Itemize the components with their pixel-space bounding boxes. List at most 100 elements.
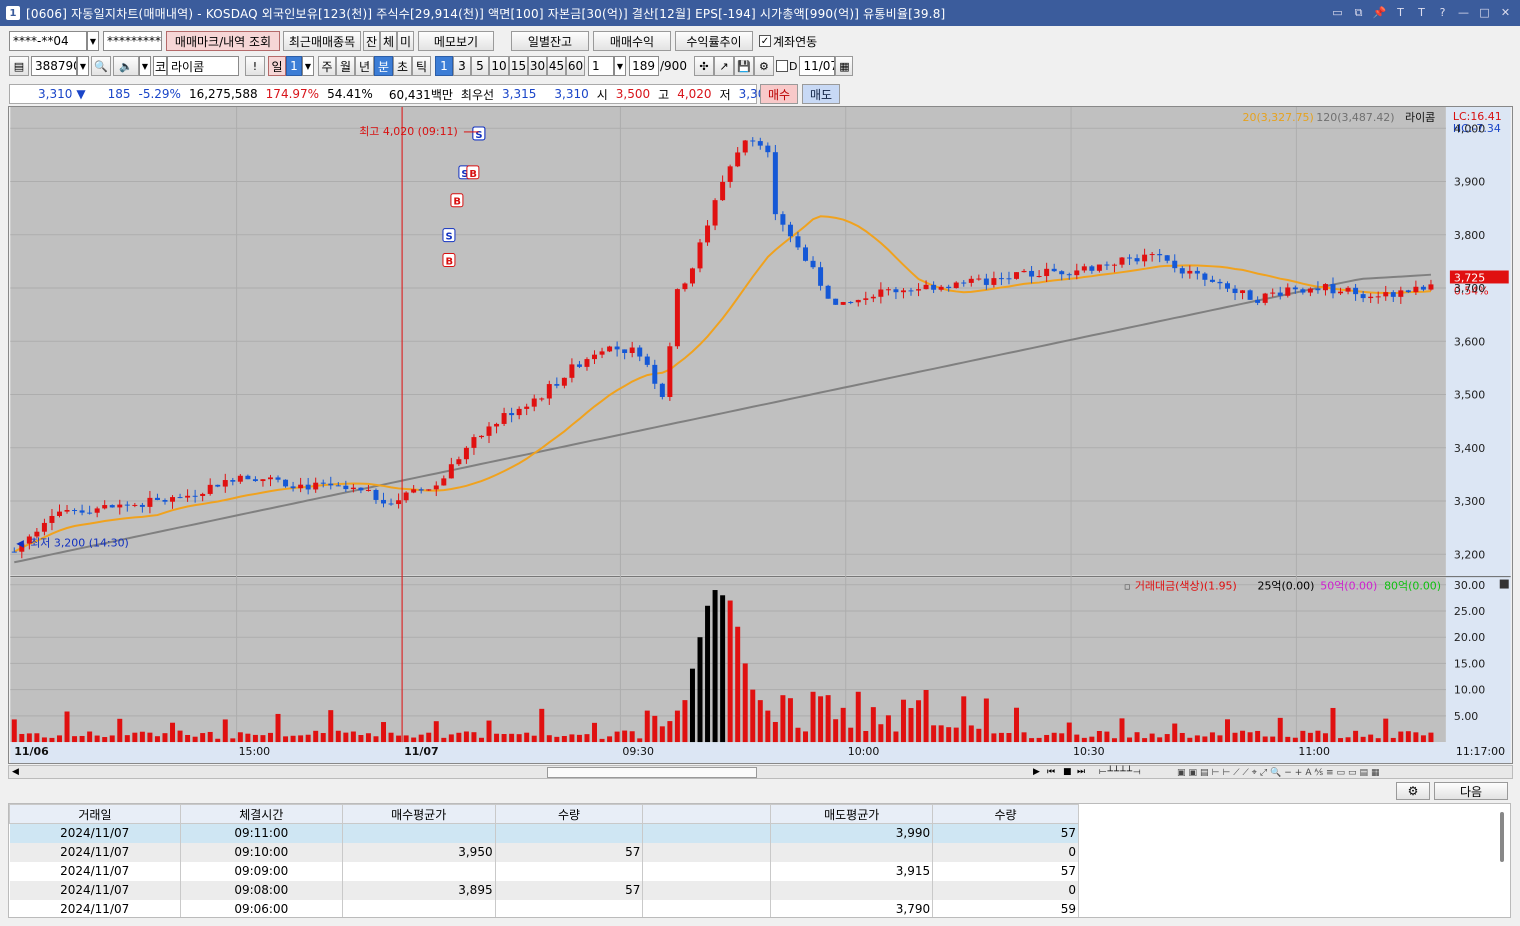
col-buy-avg[interactable]: 매수평균가	[341, 804, 496, 824]
trade-mark-query-button[interactable]: 매매마크/내역 조회	[166, 31, 280, 51]
sell-button[interactable]: 매도	[802, 84, 840, 104]
cell-time: 09:11:00	[180, 823, 343, 843]
date-field[interactable]: 11/07	[799, 56, 836, 76]
col-time[interactable]: 체결시간	[179, 804, 343, 824]
volume-bar	[1111, 738, 1117, 743]
checkbox-icon[interactable]: ✓	[759, 35, 771, 47]
volume-bar	[1307, 732, 1313, 743]
period-month[interactable]: 월	[336, 56, 355, 76]
filled-button[interactable]: 체	[380, 31, 397, 51]
grid-scroll-thumb[interactable]	[1500, 812, 1504, 862]
account-link-option[interactable]: ✓ 계좌연동	[759, 33, 817, 50]
unit-dropdown-icon[interactable]: ▼	[614, 56, 626, 76]
drawing-tools-icon[interactable]: ▣▣▤⊢⊢⟋⟋⌖⤢🔍−+A⅍≡▭▭▤▦	[1177, 767, 1383, 778]
next-button[interactable]: 다음	[1434, 782, 1508, 800]
close-icon[interactable]: ✕	[1497, 4, 1514, 21]
memo-button[interactable]: 메모보기	[418, 31, 494, 51]
pin-icon[interactable]: 📌	[1371, 4, 1388, 21]
help-icon[interactable]: ?	[1434, 4, 1451, 21]
trade-profit-button[interactable]: 매매수익	[593, 31, 671, 51]
account-dropdown-icon[interactable]: ▼	[87, 31, 99, 51]
col-date[interactable]: 거래일	[9, 804, 181, 824]
recent-stocks-button[interactable]: 최근매매종목	[283, 31, 361, 51]
stop-icon[interactable]: ■	[1063, 767, 1072, 777]
interval-10[interactable]: 10	[489, 56, 509, 76]
period-minute[interactable]: 분	[374, 56, 393, 76]
account-field[interactable]: ****-**04	[9, 31, 87, 51]
interval-3[interactable]: 3	[453, 56, 471, 76]
chart-scroll-bar[interactable]: ◀ ▶ ⏮ ■ ⏭ ⟝┴┴┴┴⟞ ▣▣▤⊢⊢⟋⟋⌖⤢🔍−+A⅍≡▭▭▤▦	[8, 765, 1513, 779]
speaker-dropdown-icon[interactable]: ▼	[139, 56, 151, 76]
volume-bar	[1300, 730, 1306, 743]
pane-close-icon[interactable]	[1499, 579, 1509, 589]
count-field[interactable]: 189	[629, 56, 659, 76]
maximize-icon[interactable]: □	[1476, 4, 1493, 21]
restore-layout-icon[interactable]: ▭	[1329, 4, 1346, 21]
interval-60[interactable]: 60	[566, 56, 585, 76]
scroll-thumb[interactable]	[547, 767, 757, 778]
trade-history-grid[interactable]: 거래일 체결시간 매수평균가 수량 매도평균가 수량 2024/11/07 09…	[8, 803, 1511, 918]
screen-icon[interactable]: ▤	[9, 56, 29, 76]
col-sell-avg[interactable]: 매도평균가	[770, 804, 934, 824]
unit-field[interactable]: 1	[588, 56, 614, 76]
stock-code-field[interactable]: 388790	[31, 56, 77, 76]
table-row[interactable]: 2024/11/07 09:08:00 3,895 57 0	[9, 880, 1079, 900]
table-row[interactable]: 2024/11/07 09:11:00 3,990 57	[9, 823, 1079, 843]
candlestick-chart[interactable]: SSBBSBS 최고 4,020 (09:11) 최저 3,200 (14:30…	[8, 106, 1513, 764]
period-year[interactable]: 년	[355, 56, 374, 76]
period-tick[interactable]: 틱	[412, 56, 431, 76]
balance-button[interactable]: 잔	[363, 31, 380, 51]
table-row[interactable]: 2024/11/07 09:09:00 3,915 57	[9, 861, 1079, 881]
font-small-icon[interactable]: T	[1413, 4, 1430, 21]
d-checkbox[interactable]	[775, 60, 788, 72]
password-field[interactable]: *********	[103, 31, 162, 51]
candle-body	[735, 152, 741, 167]
volume-bar	[448, 734, 454, 743]
table-row[interactable]: 2024/11/07 09:06:00 3,790 59	[9, 899, 1079, 917]
interval-30[interactable]: 30	[528, 56, 547, 76]
alert-icon[interactable]: !	[245, 56, 265, 76]
candle-body	[592, 354, 598, 360]
drawing-icon[interactable]: ↗	[713, 56, 734, 76]
last-icon[interactable]: ⏭	[1077, 767, 1085, 777]
candle-body	[1428, 284, 1434, 290]
save-icon[interactable]: 💾	[733, 56, 754, 76]
period-day-count[interactable]: 1	[286, 56, 302, 76]
code-dropdown-icon[interactable]: ▼	[77, 56, 89, 76]
speaker-icon[interactable]: 🔈	[113, 56, 139, 76]
volume-bar	[396, 735, 402, 743]
grid-settings-icon[interactable]: ⚙	[1396, 782, 1430, 800]
zoom-slider-icon[interactable]: ⟝┴┴┴┴⟞	[1099, 767, 1142, 777]
candle-body	[1194, 270, 1200, 274]
interval-1[interactable]: 1	[435, 56, 453, 76]
search-icon[interactable]: 🔍	[91, 56, 111, 76]
interval-15[interactable]: 15	[509, 56, 528, 76]
period-day[interactable]: 일	[268, 56, 286, 76]
col-sell-qty[interactable]: 수량	[932, 804, 1079, 824]
tile-icon[interactable]: ⧉	[1350, 4, 1367, 21]
candle-body	[885, 289, 891, 291]
minimize-icon[interactable]: —	[1455, 4, 1472, 21]
interval-5[interactable]: 5	[471, 56, 489, 76]
calendar-icon[interactable]: ▦	[835, 56, 854, 76]
gear-icon[interactable]: ⚙	[753, 56, 774, 76]
table-row[interactable]: 2024/11/07 09:10:00 3,950 57 0	[9, 842, 1079, 862]
low-arrow-icon: ◀	[16, 539, 24, 550]
buy-button[interactable]: 매수	[760, 84, 798, 104]
first-icon[interactable]: ⏮	[1047, 767, 1055, 777]
interval-45[interactable]: 45	[547, 56, 566, 76]
period-second[interactable]: 초	[393, 56, 412, 76]
stock-name-field[interactable]: 라이콤	[167, 56, 239, 76]
time-tick-label: 11:17:00	[1456, 745, 1505, 758]
crosshair-icon[interactable]: ✣	[693, 56, 714, 76]
period-dropdown-icon[interactable]: ▼	[302, 56, 314, 76]
period-week[interactable]: 주	[318, 56, 336, 76]
font-icon[interactable]: T	[1392, 4, 1409, 21]
scroll-left-icon[interactable]: ◀	[12, 767, 19, 777]
unfilled-button[interactable]: 미	[397, 31, 414, 51]
scroll-right-icon[interactable]: ▶	[1033, 767, 1040, 777]
return-trend-button[interactable]: 수익률추이	[675, 31, 753, 51]
cell-sell-qty: 57	[932, 861, 1079, 881]
col-buy-qty[interactable]: 수량	[494, 804, 644, 824]
daily-balance-button[interactable]: 일별잔고	[511, 31, 589, 51]
